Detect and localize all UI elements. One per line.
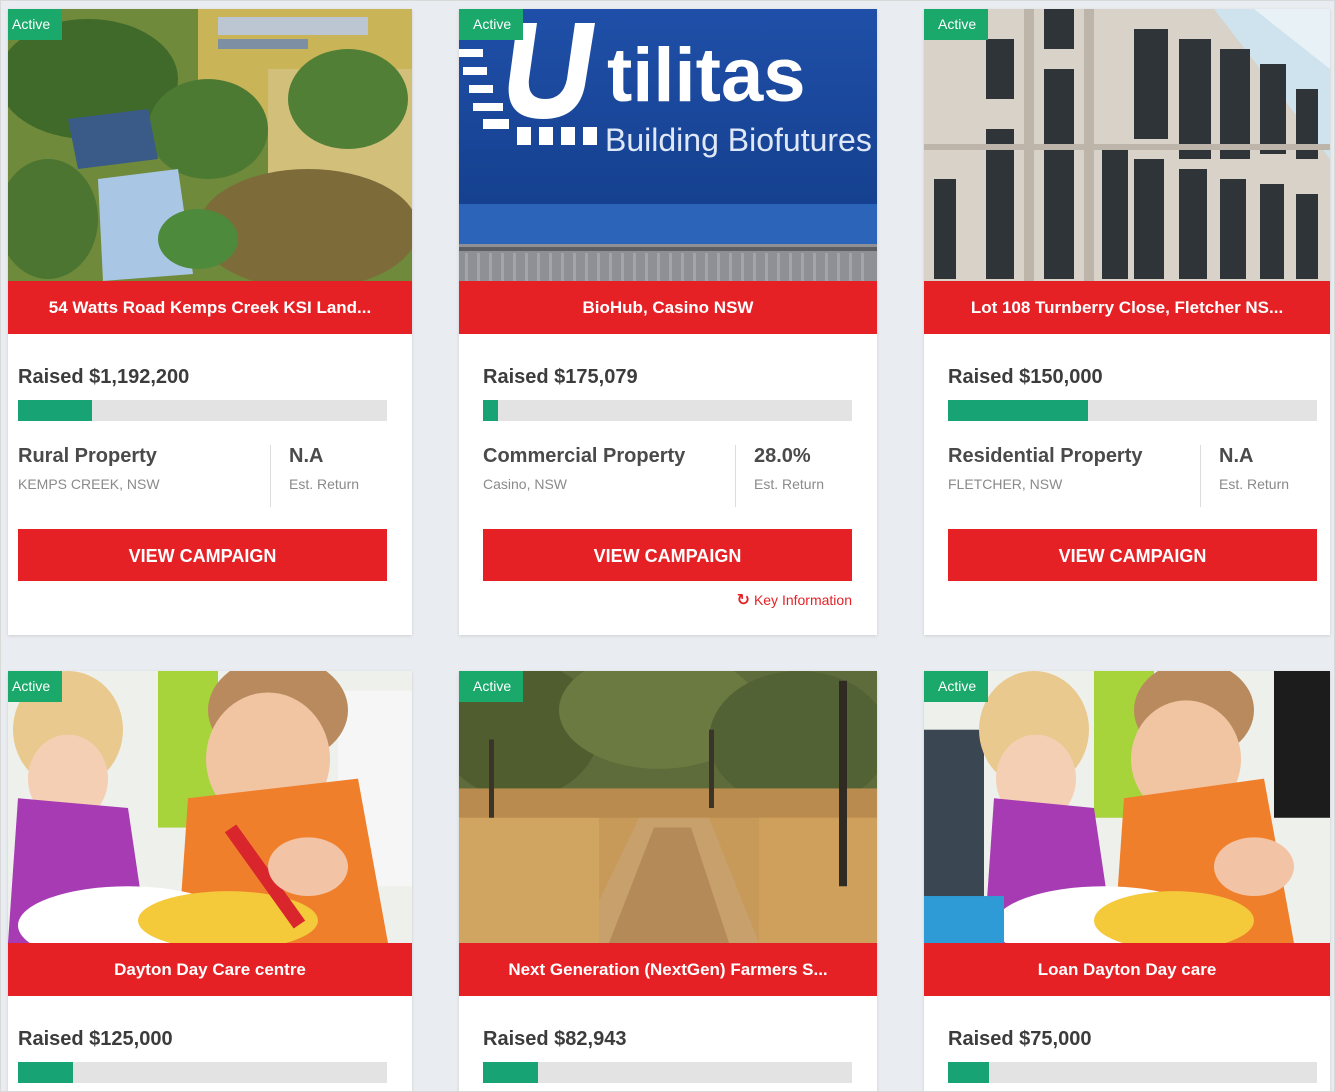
daycare-children-photo [8, 671, 412, 943]
est-return-value: N.A [289, 445, 324, 467]
campaign-card[interactable]: Active Dayton Day Care centre Raised $12… [8, 671, 412, 1091]
funding-progress-fill [483, 400, 498, 421]
utilitas-brand-text: tilitas [607, 33, 806, 118]
campaign-card[interactable]: Active Lot 108 Turnberry Close, Fletcher… [924, 9, 1330, 635]
status-badge: Active [924, 671, 989, 702]
funding-progress-bar [948, 1062, 1317, 1083]
raised-amount: Raised $1,192,200 [18, 366, 190, 388]
property-location: FLETCHER, NSW [948, 476, 1063, 492]
status-badge: Active [8, 671, 63, 702]
view-campaign-button[interactable]: VIEW CAMPAIGN [948, 529, 1317, 581]
campaign-image[interactable]: Active [924, 9, 1330, 281]
est-return-value: 28.0% [754, 445, 811, 467]
key-information-label: Key Information [753, 592, 852, 608]
campaign-title[interactable]: BioHub, Casino NSW [459, 281, 877, 334]
funding-progress-bar [483, 1062, 852, 1083]
refresh-icon: ↻ [736, 592, 750, 609]
est-return-value: N.A [1219, 445, 1254, 467]
campaign-title[interactable]: 54 Watts Road Kemps Creek KSI Land... [8, 281, 412, 334]
funding-progress-fill [948, 400, 1089, 421]
aerial-land-photo [8, 9, 412, 281]
raised-amount: Raised $150,000 [948, 366, 1103, 388]
raised-amount: Raised $125,000 [18, 1028, 173, 1050]
daycare-children-photo [924, 671, 1330, 943]
key-information-link[interactable]: ↻ Key Information [483, 590, 852, 610]
utilitas-tagline-text: Building Biofutures [605, 122, 872, 158]
farm-track-photo [459, 671, 877, 943]
campaign-image[interactable]: Active [8, 9, 412, 281]
est-return-label: Est. Return [754, 476, 825, 492]
property-type: Residential Property [948, 445, 1143, 467]
view-campaign-button[interactable]: VIEW CAMPAIGN [18, 529, 387, 581]
funding-progress-bar [948, 400, 1317, 421]
status-badge: Active [8, 9, 63, 40]
biohub-sign-photo: tilitas Building Biofutures [459, 9, 877, 281]
view-campaign-button[interactable]: VIEW CAMPAIGN [483, 529, 852, 581]
raised-amount: Raised $75,000 [948, 1028, 1092, 1050]
status-badge: Active [459, 671, 524, 702]
campaign-title[interactable]: Lot 108 Turnberry Close, Fletcher NS... [924, 281, 1330, 334]
raised-amount: Raised $82,943 [483, 1028, 627, 1050]
campaign-grid: Active 54 Watts Road Kemps Creek KSI Lan… [0, 0, 1335, 1092]
property-location: Casino, NSW [483, 476, 568, 492]
funding-progress-bar [483, 400, 852, 421]
property-type: Commercial Property [483, 445, 686, 467]
campaign-title[interactable]: Dayton Day Care centre [8, 943, 412, 996]
campaign-card[interactable]: tilitas Building Biofutures Active BioHu… [459, 9, 877, 635]
raised-amount: Raised $175,079 [483, 366, 638, 388]
status-badge: Active [924, 9, 989, 40]
campaign-card[interactable]: Active 54 Watts Road Kemps Creek KSI Lan… [8, 9, 412, 635]
property-type: Rural Property [18, 445, 157, 467]
campaign-card[interactable]: Active Loan Dayton Day care Raised $75,0… [924, 671, 1330, 1091]
funding-progress-fill [948, 1062, 989, 1083]
funding-progress-fill [483, 1062, 539, 1083]
campaign-title[interactable]: Next Generation (NextGen) Farmers S... [459, 943, 877, 996]
campaign-image[interactable]: Active [459, 671, 877, 943]
funding-progress-bar [18, 1062, 387, 1083]
funding-progress-bar [18, 400, 387, 421]
apartment-building-photo [924, 9, 1330, 281]
campaign-image[interactable]: tilitas Building Biofutures Active [459, 9, 877, 281]
campaign-image[interactable]: Active [924, 671, 1330, 943]
est-return-label: Est. Return [289, 476, 360, 492]
status-badge: Active [459, 9, 524, 40]
campaign-title[interactable]: Loan Dayton Day care [924, 943, 1330, 996]
est-return-label: Est. Return [1219, 476, 1290, 492]
campaign-image[interactable]: Active [8, 671, 412, 943]
funding-progress-fill [18, 1062, 74, 1083]
funding-progress-fill [18, 400, 92, 421]
property-location: KEMPS CREEK, NSW [18, 476, 160, 492]
campaign-card[interactable]: Active Next Generation (NextGen) Farmers… [459, 671, 877, 1091]
